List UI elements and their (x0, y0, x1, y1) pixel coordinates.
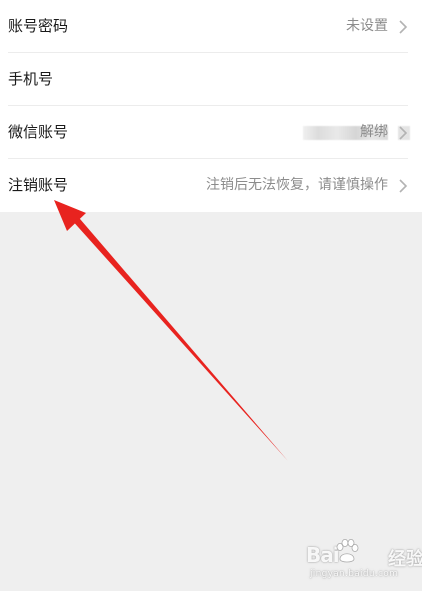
chevron-right-icon (399, 179, 408, 193)
watermark-brand-jingyan: 经验 (388, 549, 422, 570)
annotation-arrow-shaft (70, 212, 288, 461)
paw-icon (336, 539, 359, 563)
row-wechat-account[interactable]: 微信账号 解绑 (0, 106, 422, 159)
watermark-url: jingyan.baidu.com (310, 569, 399, 579)
row-cancel-account[interactable]: 注销账号 注销后无法恢复，请谨慎操作 (0, 159, 422, 212)
row-account-password[interactable]: 账号密码 未设置 (0, 0, 422, 53)
row-value-wechat-account: 解绑 (360, 124, 388, 140)
row-phone-number[interactable]: 手机号 (0, 53, 422, 140)
row-value-account-password: 未设置 (346, 18, 388, 34)
account-settings-list: 账号密码 未设置 手机号 微信账号 解绑 注销账号 注销后无法恢复，请谨慎操作 (0, 0, 422, 212)
row-label-account-password: 账号密码 (8, 17, 69, 35)
row-label-wechat-account: 微信账号 (8, 123, 69, 141)
baidu-jingyan-watermark: Bai 经验 jingyan.baidu.com (304, 537, 422, 585)
row-label-cancel-account: 注销账号 (8, 176, 69, 194)
chevron-right-icon (399, 126, 408, 140)
chevron-right-icon (399, 20, 408, 34)
row-label-phone-number: 手机号 (8, 70, 54, 88)
row-value-cancel-account: 注销后无法恢复，请谨慎操作 (206, 177, 388, 193)
